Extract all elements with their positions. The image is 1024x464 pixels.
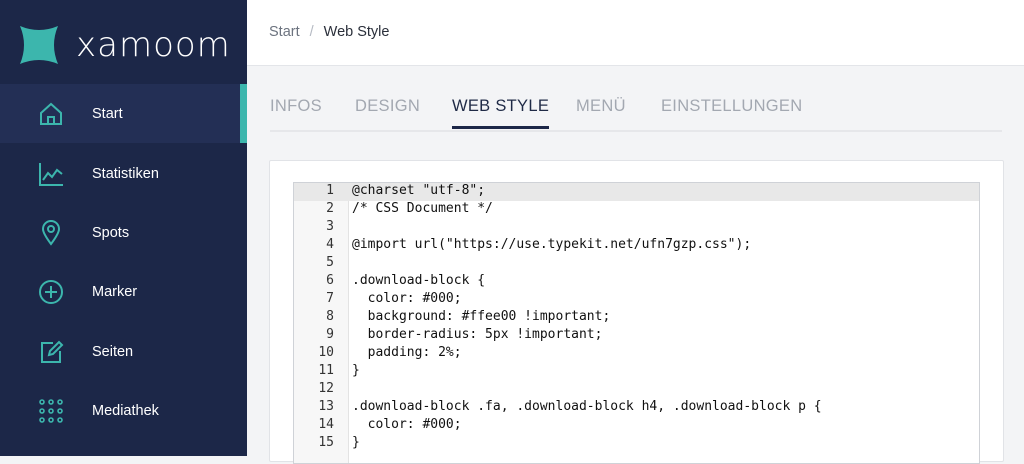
line-number: 13 xyxy=(318,399,334,414)
line-number: 14 xyxy=(318,417,334,432)
sidebar: xamoom Start Statistiken Spots Marker Se… xyxy=(0,0,247,456)
code-text[interactable]: } xyxy=(352,435,360,450)
sidebar-item-seiten[interactable]: Seiten xyxy=(0,322,247,381)
breadcrumb-current: Web Style xyxy=(323,24,390,40)
map-pin-icon xyxy=(36,218,66,248)
code-text[interactable]: .download-block { xyxy=(352,273,485,288)
sidebar-item-spots[interactable]: Spots xyxy=(0,203,247,262)
code-line[interactable]: 14 color: #000; xyxy=(294,417,979,435)
line-number: 9 xyxy=(326,327,334,342)
breadcrumb-root-link[interactable]: Start xyxy=(269,24,300,40)
sidebar-item-label: Marker xyxy=(92,283,138,300)
code-line[interactable]: 12 xyxy=(294,381,979,399)
code-text[interactable]: /* CSS Document */ xyxy=(352,201,493,216)
code-line[interactable]: 8 background: #ffee00 !important; xyxy=(294,309,979,327)
sidebar-item-label: Seiten xyxy=(92,343,134,360)
line-number: 5 xyxy=(326,255,334,270)
code-text[interactable]: } xyxy=(352,363,360,378)
tab-web-style[interactable]: WEB STYLE xyxy=(452,97,550,129)
home-icon xyxy=(36,99,66,129)
tab-infos[interactable]: INFOS xyxy=(270,97,322,116)
code-line[interactable]: 6 .download-block { xyxy=(294,273,979,291)
code-text[interactable]: color: #000; xyxy=(352,291,462,306)
code-text[interactable]: color: #000; xyxy=(352,417,462,432)
line-number: 8 xyxy=(326,309,334,324)
breadcrumb: Start / Web Style xyxy=(269,24,389,40)
code-line[interactable]: 15} xyxy=(294,435,979,453)
code-line[interactable]: 7 color: #000; xyxy=(294,291,979,309)
code-text[interactable]: @import url("https://use.typekit.net/ufn… xyxy=(352,237,751,252)
code-line[interactable]: 5 xyxy=(294,255,979,273)
sidebar-item-start[interactable]: Start xyxy=(0,84,247,143)
chart-icon xyxy=(36,159,66,189)
code-text[interactable]: @charset "utf-8"; xyxy=(352,183,485,198)
breadcrumb-separator: / xyxy=(309,24,314,40)
code-line[interactable]: 2 /* CSS Document */ xyxy=(294,201,979,219)
css-code-editor[interactable]: 1 @charset "utf-8"; 2 /* CSS Document */ 3 4 @… xyxy=(293,182,980,464)
code-line[interactable]: 1 @charset "utf-8"; xyxy=(294,183,979,201)
line-number: 3 xyxy=(326,219,334,234)
xamoom-logo[interactable]: xamoom xyxy=(16,22,231,68)
sidebar-item-statistiken[interactable]: Statistiken xyxy=(0,144,247,203)
line-number: 11 xyxy=(318,363,334,378)
sidebar-item-label: Start xyxy=(92,105,123,122)
top-bar: Start / Web Style xyxy=(247,0,1024,66)
grid-dots-icon xyxy=(36,396,66,426)
xamoom-logo-mark-icon xyxy=(20,26,58,64)
sidebar-item-mediathek[interactable]: Mediathek xyxy=(0,381,247,440)
line-number: 15 xyxy=(318,435,334,450)
code-text[interactable]: padding: 2%; xyxy=(352,345,462,360)
code-line[interactable]: 13 .download-block .fa, .download-block h… xyxy=(294,399,979,417)
sidebar-item-marker[interactable]: Marker xyxy=(0,262,247,321)
line-number: 6 xyxy=(326,273,334,288)
code-line[interactable]: 10 padding: 2%; xyxy=(294,345,979,363)
sidebar-item-label: Mediathek xyxy=(92,402,159,419)
sidebar-item-label: Spots xyxy=(92,224,130,241)
line-number: 4 xyxy=(326,237,334,252)
line-number: 10 xyxy=(318,345,334,360)
tab-design[interactable]: DESIGN xyxy=(355,97,420,116)
tab-bar: INFOS DESIGN WEB STYLE MENÜ EINSTELLUNGE… xyxy=(270,95,1002,132)
code-line[interactable]: 9 border-radius: 5px !important; xyxy=(294,327,979,345)
line-number: 7 xyxy=(326,291,334,306)
line-number: 2 xyxy=(326,201,334,216)
line-number: 12 xyxy=(318,381,334,396)
code-text[interactable]: border-radius: 5px !important; xyxy=(352,327,603,342)
edit-page-icon xyxy=(36,337,66,367)
tab-menu[interactable]: MENÜ xyxy=(576,97,626,116)
code-text[interactable]: .download-block .fa, .download-block h4,… xyxy=(352,399,822,414)
code-lines: 1 @charset "utf-8"; 2 /* CSS Document */ 3 4 @… xyxy=(294,183,979,453)
code-line[interactable]: 11} xyxy=(294,363,979,381)
tab-einstellungen[interactable]: EINSTELLUNGEN xyxy=(661,97,802,116)
sidebar-item-label: Statistiken xyxy=(92,165,159,182)
code-line[interactable]: 4 @import url("https://use.typekit.net/uf… xyxy=(294,237,979,255)
plus-circle-icon xyxy=(36,277,66,307)
code-text[interactable]: background: #ffee00 !important; xyxy=(352,309,611,324)
logo-text: xamoom xyxy=(76,25,231,65)
code-line[interactable]: 3 xyxy=(294,219,979,237)
line-number: 1 xyxy=(326,183,334,198)
